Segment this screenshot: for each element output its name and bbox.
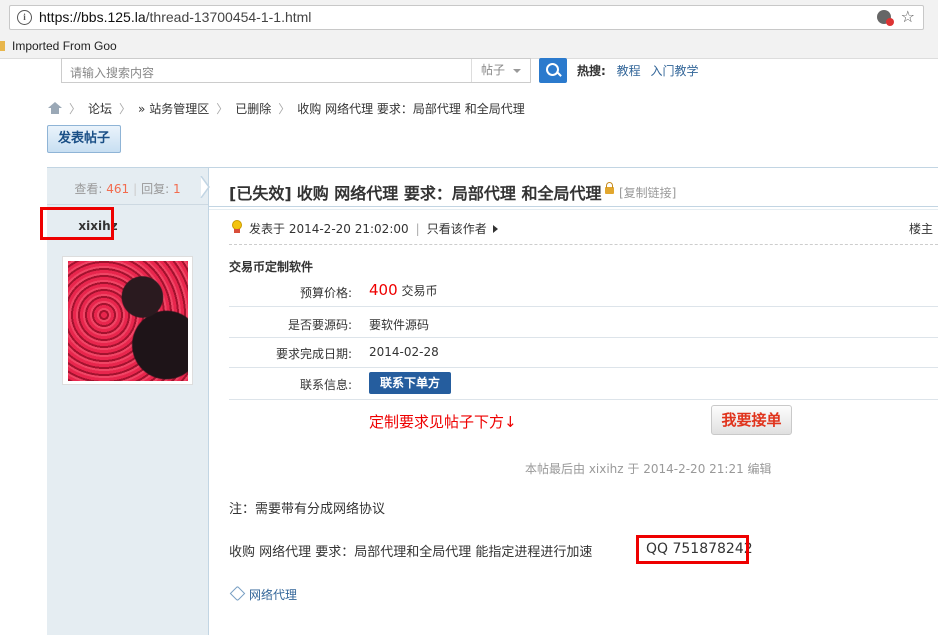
chevron-down-icon bbox=[513, 69, 521, 73]
breadcrumb-current: 收购 网络代理 要求：局部代理 和全局代理 bbox=[297, 102, 525, 116]
budget-label: 预算价格: bbox=[299, 286, 352, 300]
hot-link-beginner[interactable]: 入门教学 bbox=[650, 64, 698, 78]
post-note: 注：需要带有分成网络协议 bbox=[229, 502, 386, 517]
divider bbox=[229, 306, 938, 307]
search-scope-select[interactable]: 帖子 bbox=[471, 59, 531, 82]
edit-note: 本帖最后由 xixihz 于 2014-2-20 21:21 编辑 bbox=[525, 462, 772, 476]
bookmark-star-icon[interactable]: ☆ bbox=[901, 7, 915, 26]
site-info-icon[interactable]: i bbox=[17, 10, 32, 25]
thread-status: [已失效] bbox=[229, 184, 292, 203]
thread-stats: 查看: 461 | 回复: 1 bbox=[74, 182, 181, 196]
breadcrumb-deleted[interactable]: 已删除 bbox=[235, 102, 271, 116]
url-text[interactable]: https://bbs.125.la/thread-13700454-1-1.h… bbox=[39, 9, 311, 25]
folder-icon bbox=[0, 41, 5, 51]
requirement-note: 定制要求见帖子下方↓ bbox=[369, 413, 517, 431]
search-box: 请输入搜索内容 帖子 bbox=[61, 58, 531, 83]
only-author-link[interactable]: 只看该作者 bbox=[427, 222, 487, 236]
thread-title-text: 收购 网络代理 要求：局部代理 和全局代理 bbox=[296, 184, 602, 203]
search-input[interactable]: 请输入搜索内容 bbox=[70, 64, 154, 81]
username-highlight-box bbox=[40, 207, 114, 240]
breadcrumb-forum[interactable]: 论坛 bbox=[88, 102, 112, 116]
home-icon[interactable] bbox=[48, 102, 62, 114]
hot-search-label: 热搜: bbox=[577, 64, 606, 78]
source-code-value: 要软件源码 bbox=[369, 318, 430, 332]
qq-highlight-box bbox=[636, 535, 749, 564]
source-code-label: 是否要源码: bbox=[287, 318, 352, 332]
breadcrumb: 〉论坛〉» 站务管理区〉已删除〉收购 网络代理 要求：局部代理 和全局代理 bbox=[48, 100, 525, 117]
divider bbox=[47, 204, 208, 205]
tag-icon bbox=[229, 585, 246, 602]
take-order-button[interactable]: 我要接单 bbox=[711, 405, 792, 435]
arrow-right-icon bbox=[492, 225, 498, 233]
hot-search: 热搜: 教程 入门教学 bbox=[577, 62, 699, 79]
search-button[interactable] bbox=[539, 58, 567, 83]
divider bbox=[229, 399, 938, 400]
budget-value: 400 交易币 bbox=[369, 281, 438, 299]
bookmark-imported[interactable]: Imported From Goo bbox=[12, 39, 117, 53]
thread-title: [已失效] 收购 网络代理 要求：局部代理 和全局代理 bbox=[229, 180, 601, 204]
breadcrumb-admin-area[interactable]: » 站务管理区 bbox=[138, 102, 209, 116]
divider bbox=[209, 206, 938, 207]
deadline-label: 要求完成日期: bbox=[275, 347, 352, 361]
avatar-image bbox=[68, 261, 188, 381]
lock-icon bbox=[605, 182, 614, 194]
bookmarks-bar: Imported From Goo bbox=[0, 36, 938, 59]
tag-link[interactable]: 网络代理 bbox=[249, 586, 297, 603]
sidebar-notch bbox=[200, 176, 210, 198]
floor-label: 楼主 bbox=[909, 222, 934, 236]
copy-link[interactable]: [复制链接] bbox=[619, 184, 676, 201]
address-bar[interactable]: i https://bbs.125.la/thread-13700454-1-1… bbox=[9, 5, 924, 30]
views-count: 461 bbox=[106, 182, 130, 196]
divider bbox=[209, 209, 938, 210]
post-request: 收购 网络代理 要求：局部代理和全局代理 能指定进程进行加速 bbox=[229, 545, 593, 560]
divider bbox=[229, 337, 938, 338]
avatar[interactable] bbox=[62, 256, 193, 385]
divider bbox=[229, 367, 938, 368]
post-meta: 发表于 2014-2-20 21:02:00 | 只看该作者 bbox=[249, 220, 498, 237]
contact-orderer-button[interactable]: 联系下单方 bbox=[369, 372, 451, 394]
contact-label: 联系信息: bbox=[299, 378, 352, 392]
replies-count: 1 bbox=[173, 182, 181, 196]
custom-software-heading: 交易币定制软件 bbox=[229, 260, 314, 274]
deadline-value: 2014-02-28 bbox=[369, 345, 439, 359]
hot-link-tutorial[interactable]: 教程 bbox=[617, 64, 641, 78]
extension-icon[interactable] bbox=[877, 10, 894, 26]
divider bbox=[229, 244, 938, 246]
new-post-button[interactable]: 发表帖子 bbox=[47, 125, 121, 153]
medal-icon bbox=[231, 220, 243, 233]
post-date: 发表于 2014-2-20 21:02:00 bbox=[249, 222, 409, 236]
